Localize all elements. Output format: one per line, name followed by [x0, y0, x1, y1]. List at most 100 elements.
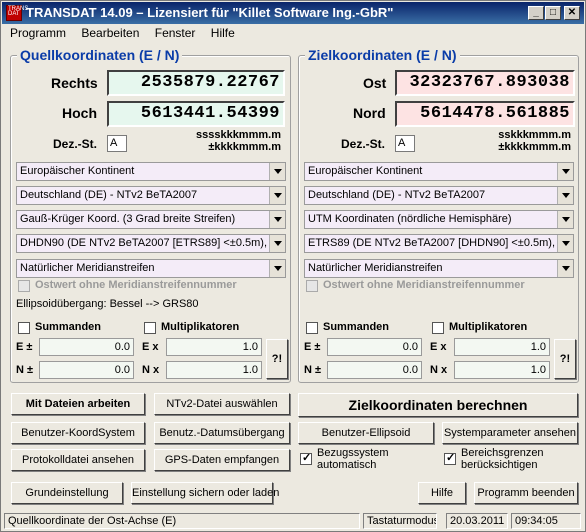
- reference-system-auto-checkbox[interactable]: [300, 451, 312, 465]
- source-dez-input[interactable]: A: [107, 135, 127, 152]
- status-time: 09:34:05: [511, 513, 581, 529]
- menu-fenster[interactable]: Fenster: [155, 26, 196, 40]
- user-coord-system-button[interactable]: Benutzer-KoordSystem: [11, 422, 145, 444]
- chevron-down-icon[interactable]: [557, 187, 573, 204]
- target-continent-select[interactable]: Europäischer Kontinent: [304, 162, 574, 181]
- target-meridian-value: Natürlicher Meridianstreifen: [308, 262, 443, 274]
- calculate-target-button[interactable]: Zielkoordinaten berechnen: [298, 393, 578, 417]
- chevron-down-icon[interactable]: [269, 235, 285, 252]
- target-meridian-select[interactable]: Natürlicher Meridianstreifen: [304, 259, 574, 278]
- status-date: 20.03.2011: [446, 513, 508, 529]
- target-east-label: Ost: [363, 75, 387, 91]
- maximize-button[interactable]: □: [545, 6, 561, 20]
- title-bar: TRANS DAT TRANSDAT 14.09 – Lizensiert fü…: [2, 2, 584, 24]
- source-multiplikatoren-checkbox[interactable]: [144, 322, 156, 334]
- source-n-x-label: N x: [142, 364, 160, 376]
- target-group: Zielkoordinaten (E / N) Ost 32323767.893…: [298, 47, 579, 383]
- gps-receive-button[interactable]: GPS-Daten empfangen: [154, 449, 290, 471]
- work-with-files-button[interactable]: Mit Dateien arbeiten: [11, 393, 145, 415]
- source-n-plus-label: N ±: [16, 364, 34, 376]
- source-group: Quellkoordinaten (E / N) Rechts 2535879.…: [10, 47, 291, 383]
- target-dez-label: Dez.-St.: [341, 137, 386, 151]
- source-east-input[interactable]: 2535879.22767: [107, 70, 285, 96]
- source-datum-select[interactable]: DHDN90 (DE NTv2 BeTA2007 [ETRS89] <±0.5m…: [16, 234, 286, 253]
- chevron-down-icon[interactable]: [557, 163, 573, 180]
- target-mul-e-input[interactable]: 1.0: [454, 338, 550, 356]
- source-east-label: Rechts: [51, 75, 98, 91]
- chevron-down-icon[interactable]: [269, 260, 285, 277]
- target-dez-input[interactable]: A: [395, 135, 415, 152]
- source-format-line1: sssskkkmmm.m: [195, 129, 281, 141]
- source-continent-select[interactable]: Europäischer Kontinent: [16, 162, 286, 181]
- chevron-down-icon[interactable]: [557, 235, 573, 252]
- target-n-plus-label: N ±: [304, 364, 322, 376]
- close-button[interactable]: ✕: [564, 6, 580, 20]
- default-settings-button[interactable]: Grundeinstellung: [11, 482, 123, 504]
- source-sum-n-input[interactable]: 0.0: [39, 361, 134, 379]
- source-summanden-checkbox[interactable]: [18, 322, 30, 334]
- respect-limits-checkbox[interactable]: [444, 451, 456, 465]
- chevron-down-icon[interactable]: [269, 187, 285, 204]
- target-country-select[interactable]: Deutschland (DE) - NTv2 BeTA2007: [304, 186, 574, 205]
- target-ostwert-checkbox[interactable]: [306, 280, 318, 292]
- ellipsoid-note: Ellipsoidübergang: Bessel --> GRS80: [16, 298, 199, 310]
- source-mul-e-input[interactable]: 1.0: [166, 338, 262, 356]
- system-parameters-button[interactable]: Systemparameter ansehen: [442, 422, 578, 444]
- main-window: TRANS DAT TRANSDAT 14.09 – Lizensiert fü…: [0, 0, 586, 532]
- ntv2-file-button[interactable]: NTv2-Datei auswählen: [154, 393, 290, 415]
- menu-hilfe[interactable]: Hilfe: [211, 26, 235, 40]
- source-north-input[interactable]: 5613441.54399: [107, 101, 285, 127]
- source-north-label: Hoch: [62, 105, 97, 121]
- target-summanden-checkbox[interactable]: [306, 322, 318, 334]
- target-datum-select[interactable]: ETRS89 (DE NTv2 BeTA2007 [DHDN90] <±0.5m…: [304, 234, 574, 253]
- target-summanden-label: Summanden: [323, 321, 390, 333]
- source-meridian-select[interactable]: Natürlicher Meridianstreifen: [16, 259, 286, 278]
- chevron-down-icon[interactable]: [557, 211, 573, 228]
- help-button[interactable]: Hilfe: [418, 482, 466, 504]
- status-bar: Quellkoordinate der Ost-Achse (E) Tastat…: [2, 511, 584, 531]
- source-system-value: Gauß-Krüger Koord. (3 Grad breite Streif…: [20, 213, 236, 225]
- target-format-line1: sskkkmmm.m: [498, 129, 571, 141]
- app-icon[interactable]: TRANS DAT: [6, 5, 28, 21]
- source-mul-n-input[interactable]: 1.0: [166, 361, 262, 379]
- user-datum-transition-button[interactable]: Benutz.-Datumsübergang: [154, 422, 290, 444]
- protocol-file-button[interactable]: Protokolldatei ansehen: [11, 449, 145, 471]
- user-ellipsoid-button[interactable]: Benutzer-Ellipsoid: [298, 422, 434, 444]
- chevron-down-icon[interactable]: [269, 163, 285, 180]
- target-system-value: UTM Koordinaten (nördliche Hemisphäre): [308, 213, 512, 225]
- source-ostwert-checkbox[interactable]: [18, 280, 30, 292]
- menu-bearbeiten[interactable]: Bearbeiten: [81, 26, 139, 40]
- source-ostwert-label: Ostwert ohne Meridianstreifennummer: [35, 279, 237, 291]
- source-summanden-label: Summanden: [35, 321, 102, 333]
- source-meridian-value: Natürlicher Meridianstreifen: [20, 262, 155, 274]
- target-mul-n-input[interactable]: 1.0: [454, 361, 550, 379]
- target-system-select[interactable]: UTM Koordinaten (nördliche Hemisphäre): [304, 210, 574, 229]
- minimize-button[interactable]: _: [528, 6, 544, 20]
- chevron-down-icon[interactable]: [557, 260, 573, 277]
- respect-limits-label: Bereichsgrenzen berücksichtigen: [461, 447, 544, 471]
- source-sum-e-input[interactable]: 0.0: [39, 338, 134, 356]
- target-continent-value: Europäischer Kontinent: [308, 165, 423, 177]
- window-title: TRANSDAT 14.09 – Lizensiert für "Killet …: [26, 5, 394, 20]
- target-sum-e-input[interactable]: 0.0: [327, 338, 422, 356]
- save-load-settings-button[interactable]: Einstellung sichern oder laden: [131, 482, 279, 504]
- source-e-x-label: E x: [142, 341, 159, 353]
- target-multiplikatoren-checkbox[interactable]: [432, 322, 444, 334]
- target-north-output[interactable]: 5614478.561885: [395, 101, 575, 127]
- status-mode: Tastaturmodus: [363, 513, 437, 529]
- source-multiplikatoren-label: Multiplikatoren: [161, 321, 240, 333]
- source-system-select[interactable]: Gauß-Krüger Koord. (3 Grad breite Streif…: [16, 210, 286, 229]
- target-multiplikatoren-label: Multiplikatoren: [449, 321, 528, 333]
- chevron-down-icon[interactable]: [269, 211, 285, 228]
- target-help-button[interactable]: ?!: [554, 339, 576, 379]
- target-e-x-label: E x: [430, 341, 447, 353]
- source-help-button[interactable]: ?!: [266, 339, 288, 379]
- source-country-select[interactable]: Deutschland (DE) - NTv2 BeTA2007: [16, 186, 286, 205]
- target-sum-n-input[interactable]: 0.0: [327, 361, 422, 379]
- menu-programm[interactable]: Programm: [10, 26, 66, 40]
- target-ostwert-label: Ostwert ohne Meridianstreifennummer: [323, 279, 525, 291]
- target-east-output[interactable]: 32323767.893038: [395, 70, 575, 96]
- target-format-line2: ±kkkkmmm.m: [498, 141, 571, 153]
- exit-program-button[interactable]: Programm beenden: [474, 482, 578, 504]
- target-north-label: Nord: [353, 105, 386, 121]
